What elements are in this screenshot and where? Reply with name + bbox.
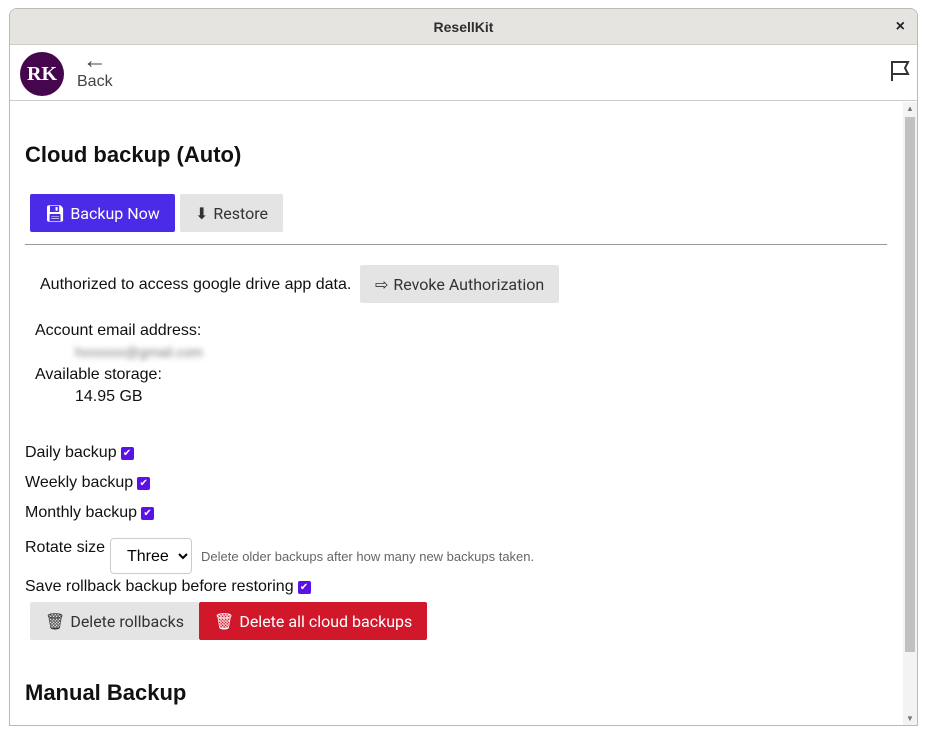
- email-label: Account email address:: [35, 322, 202, 339]
- rollback-checkbox[interactable]: ✔: [297, 581, 311, 594]
- download-icon: ⬇: [195, 203, 209, 223]
- monthly-backup-checkbox[interactable]: ✔: [141, 507, 155, 520]
- weekly-label: Weekly backup: [25, 474, 134, 491]
- backup-now-button[interactable]: 💾︎ Backup Now: [30, 194, 175, 232]
- title-bar: ResellKit ×: [10, 9, 917, 45]
- settings-content: Cloud backup (Auto) 💾︎ Backup Now ⬇ Restor…: [10, 102, 903, 725]
- avatar: RK: [20, 52, 64, 96]
- backup-now-label: Backup Now: [70, 203, 160, 223]
- rotate-size-label: Rotate size: [25, 539, 106, 556]
- sign-out-icon: ⇨: [375, 274, 389, 294]
- window-title: ResellKit: [433, 19, 494, 35]
- cloud-backup-title: Cloud backup (Auto): [25, 142, 242, 167]
- back-label: Back: [77, 73, 113, 90]
- trash-icon: 🗑︎: [45, 611, 66, 631]
- daily-label: Daily backup: [25, 444, 117, 461]
- rotate-hint: Delete older backups after how many new …: [201, 549, 535, 564]
- storage-label: Available storage:: [35, 366, 162, 383]
- auth-status: Authorized to access google drive app da…: [40, 276, 352, 293]
- daily-backup-checkbox[interactable]: ✔: [120, 447, 134, 460]
- revoke-label: Revoke Authorization: [393, 274, 545, 294]
- delete-rollbacks-label: Delete rollbacks: [70, 611, 184, 631]
- delete-all-cloud-backups-button[interactable]: 🗑︎ Delete all cloud backups: [199, 602, 428, 640]
- back-button[interactable]: ← Back: [77, 49, 113, 91]
- app-bar: RK ← Back: [10, 45, 917, 101]
- daily-backup-option[interactable]: Daily backup ✔: [25, 444, 134, 462]
- monthly-label: Monthly backup: [25, 504, 138, 521]
- close-icon[interactable]: ×: [896, 9, 905, 45]
- scroll-up-icon[interactable]: ▲: [906, 104, 914, 113]
- restore-label: Restore: [213, 203, 268, 223]
- app-window: ResellKit × RK ← Back Cloud backup (Auto…: [9, 8, 918, 726]
- trash-icon: 🗑︎: [214, 611, 235, 631]
- rollback-label: Save rollback backup before restoring: [25, 578, 294, 595]
- flag-icon[interactable]: [889, 59, 911, 83]
- scroll-down-icon[interactable]: ▼: [906, 714, 914, 723]
- rotate-size-select[interactable]: Three: [110, 538, 192, 574]
- monthly-backup-option[interactable]: Monthly backup ✔: [25, 504, 155, 522]
- scrollbar-thumb[interactable]: [905, 117, 915, 652]
- rollback-option[interactable]: Save rollback backup before restoring ✔: [25, 578, 311, 596]
- revoke-authorization-button[interactable]: ⇨ Revoke Authorization: [360, 265, 560, 303]
- divider: [25, 244, 887, 245]
- manual-backup-title: Manual Backup: [25, 680, 187, 705]
- arrow-left-icon: ←: [82, 47, 107, 74]
- scrollbar[interactable]: ▲ ▼: [903, 102, 917, 725]
- email-value: hxxxxxx@gmail.com: [75, 344, 203, 360]
- weekly-backup-checkbox[interactable]: ✔: [137, 477, 151, 490]
- delete-all-label: Delete all cloud backups: [239, 611, 413, 631]
- restore-button[interactable]: ⬇ Restore: [180, 194, 283, 232]
- storage-value: 14.95 GB: [75, 388, 143, 405]
- delete-rollbacks-button[interactable]: 🗑︎ Delete rollbacks: [30, 602, 199, 640]
- save-icon: 💾︎: [45, 203, 66, 223]
- weekly-backup-option[interactable]: Weekly backup ✔: [25, 474, 151, 492]
